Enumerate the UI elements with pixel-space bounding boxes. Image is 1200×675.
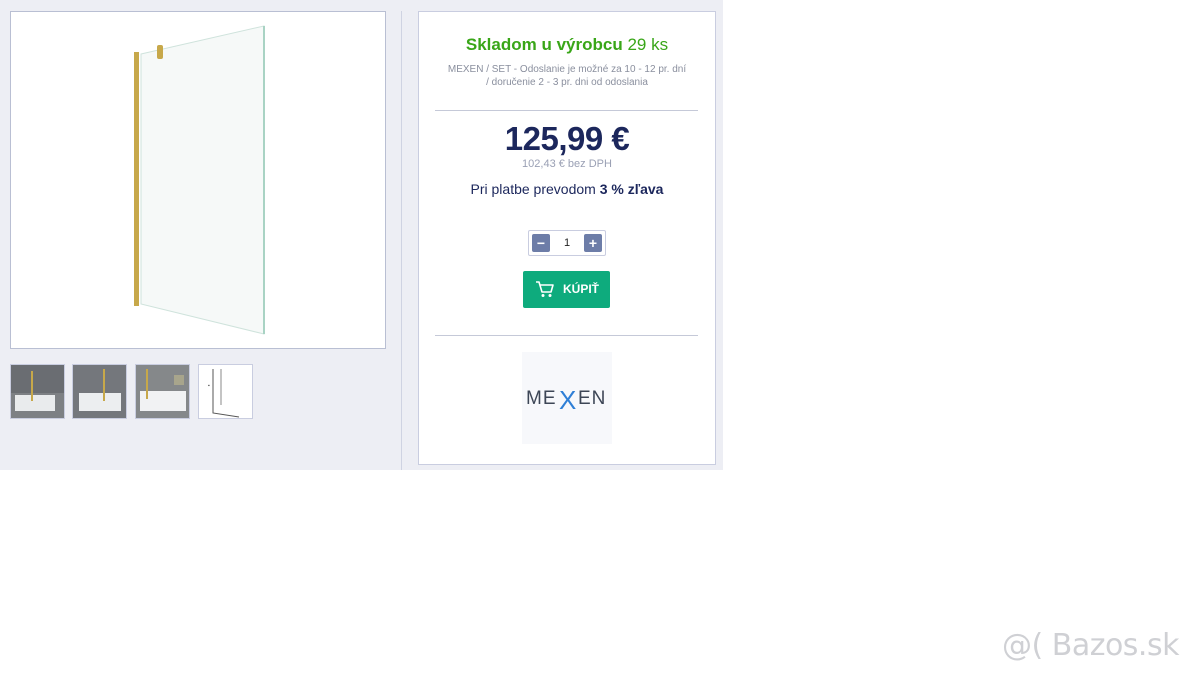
price: 125,99 € xyxy=(504,120,630,157)
quantity-minus-button[interactable]: − xyxy=(532,234,550,252)
divider xyxy=(435,335,698,336)
thumbnail-3[interactable] xyxy=(135,364,190,419)
transfer-discount: Pri platbe prevodom 3 % zľava xyxy=(419,181,715,197)
stock-label: Skladom u výrobcu xyxy=(465,35,623,54)
quantity-input[interactable]: 1 xyxy=(555,234,579,252)
cart-icon xyxy=(536,281,554,297)
column-divider xyxy=(401,11,402,470)
discount-value: 3 % zľava xyxy=(599,181,664,197)
shipping-info: MEXEN / SET - Odoslanie je možné za 10 -… xyxy=(447,64,687,88)
thumbnail-4[interactable]: ▪ xyxy=(198,364,253,419)
purchase-panel: Skladom u výrobcu 29 ks MEXEN / SET - Od… xyxy=(418,11,716,465)
svg-text:▪: ▪ xyxy=(208,383,210,389)
discount-prefix: Pri platbe prevodom xyxy=(470,181,596,197)
main-product-image[interactable] xyxy=(10,11,386,349)
stock-count: 29 ks xyxy=(627,35,669,54)
quantity-stepper: − 1 + xyxy=(528,230,606,256)
brand-logo[interactable]: ME X EN xyxy=(522,352,612,444)
thumbnail-2[interactable] xyxy=(72,364,127,419)
svg-text:X: X xyxy=(559,385,576,415)
svg-text:ME: ME xyxy=(526,388,557,409)
stock-status: Skladom u výrobcu 29 ks xyxy=(419,35,715,55)
quantity-plus-button[interactable]: + xyxy=(584,234,602,252)
buy-button-label: KÚPIŤ xyxy=(563,282,599,296)
price-without-vat: 102,43 € bez DPH xyxy=(522,158,612,170)
thumbnail-1[interactable] xyxy=(10,364,65,419)
site-watermark: @( Bazos.sk xyxy=(1002,628,1179,663)
divider xyxy=(435,110,698,111)
buy-button[interactable]: KÚPIŤ xyxy=(523,271,610,308)
mexen-logo: ME X EN xyxy=(526,385,606,415)
svg-text:EN: EN xyxy=(578,388,606,409)
shower-screen-image xyxy=(134,25,265,335)
